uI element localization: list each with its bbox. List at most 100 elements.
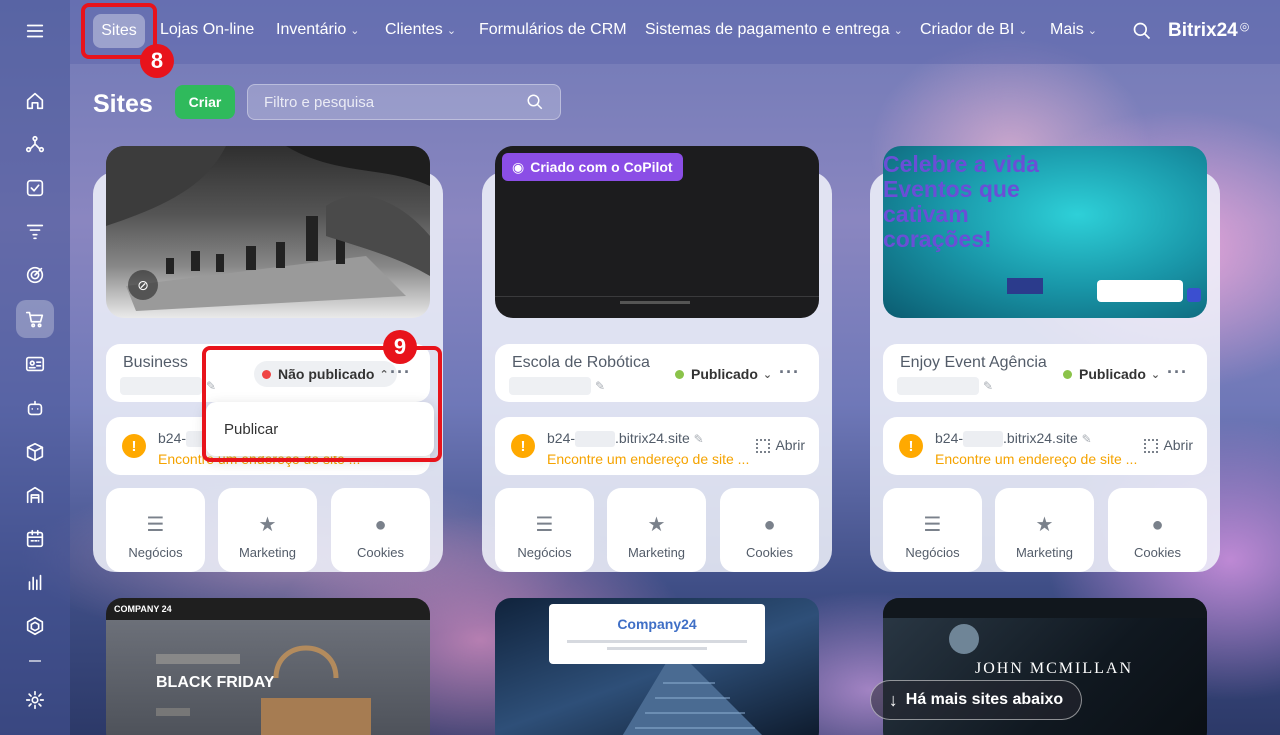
target-icon[interactable] [16,256,54,294]
annotation-box-9 [202,346,442,462]
star-icon: ★ [1035,514,1054,536]
status-dot [1063,369,1072,379]
site-card-robotics: ◉ Criado com o CoPilot Escola de Robótica… [482,146,832,572]
open-site-link[interactable]: Abrir [1144,437,1193,454]
tile-deals[interactable]: ☰ Negócios [106,488,205,572]
qr-icon [756,439,771,454]
hidden-eye-icon[interactable]: ⊘ [128,270,158,300]
tile-deals[interactable]: ☰ Negócios [495,488,594,572]
site-thumbnail[interactable]: ⊘ [106,146,430,318]
pencil-icon[interactable]: ✎ [1082,432,1092,446]
more-options-icon[interactable]: ··· [779,362,800,383]
find-domain-link[interactable]: Encontre um endereço de site ... [547,451,749,467]
nav-clients[interactable]: Clientes ⌄ [385,21,456,39]
tile-marketing[interactable]: ★ Marketing [995,488,1094,572]
nav-online-stores[interactable]: Lojas On-line [160,21,254,39]
search-icon[interactable] [526,93,546,113]
chevron-down-icon: ⌄ [1018,25,1028,37]
site-thumbnail[interactable]: ◉ Criado com o CoPilot [495,146,819,318]
pencil-icon[interactable]: ✎ [694,432,704,446]
copilot-icon: ◉ [512,158,525,175]
more-sites-button[interactable]: ↓ Há mais sites abaixo [870,680,1082,720]
filter-search[interactable] [247,84,561,120]
funnel-icon: ☰ [923,514,942,536]
tile-cookies[interactable]: ● Cookies [720,488,819,572]
site-info-panel: Enjoy Event Agência ✎ Publicado ⌄ ··· [883,344,1207,402]
site-name: Escola de Robótica [512,354,650,371]
find-domain-link[interactable]: Encontre um endereço de site ... [935,451,1137,467]
nav-crm-forms[interactable]: Formulários de CRM [479,21,627,39]
tasks-icon[interactable] [16,169,54,207]
calendar-icon[interactable] [16,520,54,558]
box-icon[interactable] [16,433,54,471]
tile-marketing[interactable]: ★ Marketing [218,488,317,572]
thumb-name: JOHN MCMILLAN [975,660,1133,677]
tile-deals[interactable]: ☰ Negócios [883,488,982,572]
thumb-logo-text: COMPANY 24 [114,604,172,614]
funnel-icon[interactable] [16,212,54,250]
chevron-down-icon: ⌄ [350,25,360,37]
menu-icon[interactable] [16,12,54,50]
site-thumbnail-company24-blue[interactable]: Company24 [495,598,819,735]
nav-more[interactable]: Mais ⌄ [1050,21,1097,39]
warning-icon: ! [122,434,146,458]
nav-payment-delivery[interactable]: Sistemas de pagamento e entrega ⌄ [645,21,903,39]
clock-icon: ◎ [1239,21,1250,33]
analytics-icon[interactable] [16,563,54,601]
home-icon[interactable] [16,82,54,120]
site-subtitle-mask [120,377,202,395]
site-domain[interactable]: b24- .bitrix24.site ✎ [935,430,1092,448]
status-dot [675,369,684,379]
create-button[interactable]: Criar [175,85,235,119]
settings-icon[interactable] [16,681,54,719]
tile-marketing[interactable]: ★ Marketing [607,488,706,572]
tiles-row: ☰ Negócios ★ Marketing ● Cookies [883,488,1207,572]
left-rail [0,0,70,735]
funnel-icon: ☰ [146,514,165,536]
contact-card-icon[interactable] [16,345,54,383]
tile-cookies[interactable]: ● Cookies [331,488,430,572]
hexagon-icon[interactable] [16,607,54,645]
thumb-card-title: Company24 [617,616,697,632]
search-icon[interactable] [1132,21,1152,41]
filter-input[interactable] [264,85,514,119]
more-options-icon[interactable]: ··· [1167,362,1188,383]
chat-icon [1187,288,1201,302]
status-dropdown[interactable]: Publicado ⌄ [667,361,780,387]
open-site-link[interactable]: Abrir [756,437,805,454]
tiles-row: ☰ Negócios ★ Marketing ● Cookies [495,488,819,572]
status-dropdown[interactable]: Publicado ⌄ [1055,361,1168,387]
site-name: Enjoy Event Agência [900,354,1047,371]
chevron-down-icon: ⌄ [762,368,773,381]
site-thumbnail-company24[interactable]: COMPANY 24 BLACK FRIDAY [106,598,430,735]
brand-logo: Bitrix24 ◎ [1168,20,1250,41]
nav-bi-builder[interactable]: Criador de BI ⌄ [920,21,1027,39]
cart-icon[interactable] [16,300,54,338]
site-info-panel: Escola de Robótica ✎ Publicado ⌄ ··· [495,344,819,402]
thumb-tag [156,654,240,664]
pencil-icon[interactable]: ✎ [983,379,993,393]
site-domain[interactable]: b24- .bitrix24.site ✎ [547,430,704,448]
annotation-badge-8: 8 [140,44,174,78]
thumb-button [156,708,190,716]
nav-inventory[interactable]: Inventário ⌄ [276,21,359,39]
qr-icon [1144,439,1159,454]
cookie-icon: ● [374,514,387,536]
thumb-card-line [567,640,747,643]
hero-button [1007,278,1043,294]
site-thumbnail[interactable]: Celebre a vida Eventos que cativam coraç… [883,146,1207,318]
warning-icon: ! [899,434,923,458]
site-name: Business [123,354,188,371]
robot-icon[interactable] [16,389,54,427]
pencil-icon[interactable]: ✎ [595,379,605,393]
testimonial-card [1097,280,1183,302]
crm-icon[interactable] [16,126,54,164]
bag-image [261,645,371,735]
warehouse-icon[interactable] [16,476,54,514]
tile-cookies[interactable]: ● Cookies [1108,488,1207,572]
thumb-card: Company24 [549,604,765,664]
footer-text-line [620,301,690,304]
tiles-row: ☰ Negócios ★ Marketing ● Cookies [106,488,430,572]
chevron-down-icon: ⌄ [446,25,457,37]
star-icon: ★ [258,514,277,536]
